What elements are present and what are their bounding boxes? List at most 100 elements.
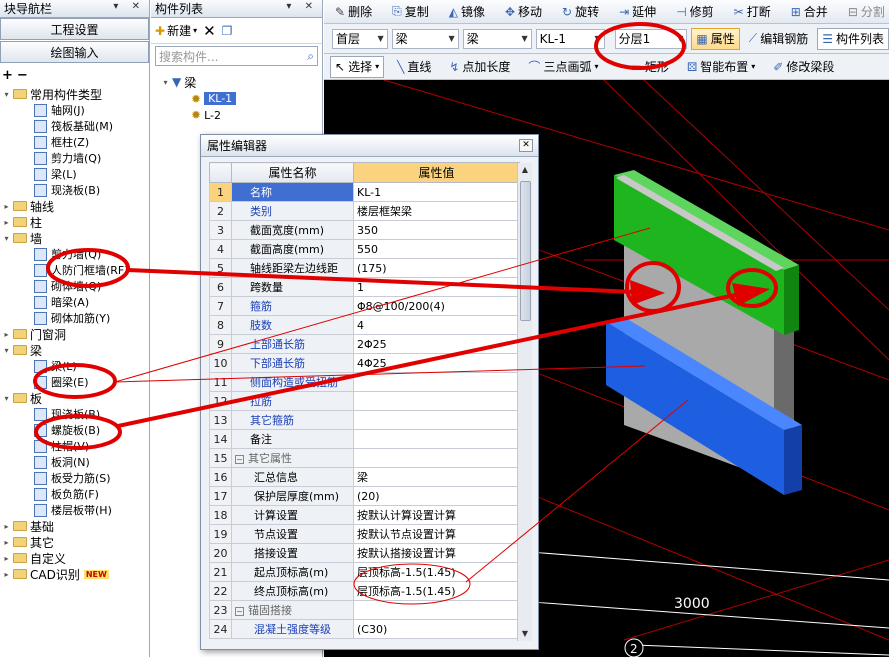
move-button[interactable]: ✥ 移动	[500, 1, 547, 23]
property-row[interactable]: 13 其它箍筋	[209, 410, 520, 430]
property-row[interactable]: 17 保护层厚度(mm) (20)	[209, 486, 520, 506]
scroll-up-icon[interactable]: ▲	[518, 163, 532, 177]
property-value[interactable]: 按默认搭接设置计算	[353, 543, 520, 563]
property-value[interactable]: 按默认计算设置计算	[353, 505, 520, 525]
property-value[interactable]: 4Φ25	[353, 353, 520, 373]
property-row[interactable]: 3 截面宽度(mm) 350	[209, 220, 520, 240]
tree-node-beam[interactable]: ▾ 梁	[0, 342, 149, 358]
property-row[interactable]: 10 下部通长筋 4Φ25	[209, 353, 520, 373]
tree-node-custom[interactable]: ▸ 自定义	[0, 550, 149, 566]
collapse-icon[interactable]: −	[235, 455, 244, 464]
property-row[interactable]: 24 混凝土强度等级 (C30)	[209, 619, 520, 639]
property-value[interactable]: 按默认节点设置计算	[353, 524, 520, 544]
tree-node-column[interactable]: ▸ 柱	[0, 214, 149, 230]
property-row[interactable]: 2 类别 楼层框架梁	[209, 201, 520, 221]
property-value[interactable]	[353, 391, 520, 411]
tree-node-slab[interactable]: ▾ 板	[0, 390, 149, 406]
property-row[interactable]: 16 汇总信息梁	[209, 467, 520, 487]
extend-button[interactable]: ⇥ 延伸	[614, 1, 661, 23]
tree-item[interactable]: 筏板基础(M)	[0, 118, 149, 134]
tree-item[interactable]: 暗梁(A)	[0, 294, 149, 310]
tree-node-axis[interactable]: ▸ 轴线	[0, 198, 149, 214]
copy-button[interactable]: ⎘ 复制	[387, 1, 434, 23]
tree-item[interactable]: 现浇板(B)	[0, 406, 149, 422]
scroll-down-icon[interactable]: ▼	[518, 627, 532, 641]
tree-node-foundation[interactable]: ▸ 基础	[0, 518, 149, 534]
property-value[interactable]: (20)	[353, 486, 520, 506]
property-value[interactable]: 楼层框架梁	[353, 201, 520, 221]
comp-item-selected[interactable]: ✹ KL-1	[161, 90, 322, 107]
tree-item[interactable]: 轴网(J)	[0, 102, 149, 118]
property-row[interactable]: 14 备注	[209, 429, 520, 449]
trim-button[interactable]: ⊣ 修剪	[671, 1, 718, 23]
property-row[interactable]: 23− 锚固搭接	[209, 600, 520, 620]
property-value[interactable]: 4	[353, 315, 520, 335]
select-button[interactable]: ↖ 选择 ▾	[330, 55, 385, 78]
property-value[interactable]	[353, 372, 520, 392]
tree-node-other[interactable]: ▸ 其它	[0, 534, 149, 550]
merge-button[interactable]: ⊞ 合并	[786, 1, 833, 23]
delete-icon[interactable]: ✕	[203, 22, 216, 40]
property-button[interactable]: ▦ 属性	[691, 27, 740, 50]
new-component-button[interactable]: ✚ 新建 ▾	[155, 22, 197, 39]
property-row[interactable]: 7 箍筋 Φ8@100/200(4)	[209, 296, 520, 316]
property-value[interactable]	[353, 410, 520, 430]
tree-item[interactable]: 梁(L)	[0, 166, 149, 182]
copy-icon[interactable]: ❐	[222, 24, 233, 38]
property-value[interactable]: (175)	[353, 258, 520, 278]
line-button[interactable]: ╲ 直线	[392, 56, 436, 78]
property-value[interactable]: 层顶标高-1.5(1.45)	[353, 562, 520, 582]
scroll-thumb[interactable]	[520, 181, 531, 321]
property-value[interactable]: KL-1	[353, 182, 520, 202]
tree-item[interactable]: 梁(L)	[0, 358, 149, 374]
tree-item[interactable]: 剪力墙(Q)	[0, 150, 149, 166]
type-select-2[interactable]: 梁 ▼	[462, 28, 532, 49]
property-value[interactable]: (C30)	[353, 619, 520, 639]
component-select[interactable]: KL-1 ▼	[535, 28, 605, 49]
component-list-button[interactable]: ☰ 构件列表	[817, 27, 889, 50]
collapse-icon[interactable]: −	[235, 607, 244, 616]
tree-item[interactable]: 砌体墙(Q)	[0, 278, 149, 294]
search-icon[interactable]: ⌕	[307, 49, 314, 64]
property-value[interactable]: 梁	[353, 467, 520, 487]
rotate-button[interactable]: ↻ 旋转	[557, 1, 604, 23]
property-row[interactable]: 19 节点设置 按默认节点设置计算	[209, 524, 520, 544]
property-row[interactable]: 9 上部通长筋 2Φ25	[209, 334, 520, 354]
tree-item[interactable]: 螺旋板(B)	[0, 422, 149, 438]
close-icon[interactable]: ✕	[519, 139, 533, 152]
tree-item[interactable]: 剪力墙(Q)	[0, 246, 149, 262]
property-value[interactable]	[353, 600, 520, 620]
property-value[interactable]: Φ8@100/200(4)	[353, 296, 520, 316]
property-value[interactable]: 1	[353, 277, 520, 297]
split-button[interactable]: ⊟ 分割	[843, 1, 889, 23]
tree-item[interactable]: 板洞(N)	[0, 454, 149, 470]
property-row[interactable]: 15− 其它属性	[209, 448, 520, 468]
rect-button[interactable]: ▬ 矩形	[625, 56, 673, 78]
property-row[interactable]: 20 搭接设置 按默认搭接设置计算	[209, 543, 520, 563]
arc-button[interactable]: ⌒ 三点画弧 ▾	[523, 56, 603, 78]
tree-node-cad[interactable]: ▸ CAD识别 NEW	[0, 566, 149, 582]
mirror-button[interactable]: ◭ 镜像	[444, 1, 490, 23]
property-row[interactable]: 18 计算设置 按默认计算设置计算	[209, 505, 520, 525]
project-settings-button[interactable]: 工程设置	[0, 18, 149, 40]
expand-all-icon[interactable]: +	[2, 68, 13, 83]
type-select-1[interactable]: 梁 ▼	[391, 28, 459, 49]
tree-item[interactable]: 柱帽(V)	[0, 438, 149, 454]
property-row[interactable]: 5 轴线距梁左边线距 (175)	[209, 258, 520, 278]
collapse-all-icon[interactable]: −	[17, 68, 28, 83]
smart-layout-button[interactable]: ⚄ 智能布置 ▾	[682, 56, 760, 78]
property-row[interactable]: 6 跨数量 1	[209, 277, 520, 297]
property-row[interactable]: 22 终点顶标高(m) 层顶标高-1.5(1.45)	[209, 581, 520, 601]
tree-item[interactable]: 人防门框墙(RF)	[0, 262, 149, 278]
tree-item[interactable]: 板受力筋(S)	[0, 470, 149, 486]
pin-icon[interactable]: ▾ ✕	[286, 1, 318, 12]
tree-node-door[interactable]: ▸ 门窗洞	[0, 326, 149, 342]
property-value[interactable]: 2Φ25	[353, 334, 520, 354]
property-value[interactable]: 350	[353, 220, 520, 240]
tree-item[interactable]: 砌体加筋(Y)	[0, 310, 149, 326]
property-value[interactable]	[353, 429, 520, 449]
tree-item[interactable]: 圈梁(E)	[0, 374, 149, 390]
modify-beam-button[interactable]: ✐ 修改梁段	[768, 56, 839, 78]
layer-select[interactable]: 分层1 ▼	[614, 28, 688, 49]
property-value[interactable]: 层顶标高-1.5(1.45)	[353, 581, 520, 601]
